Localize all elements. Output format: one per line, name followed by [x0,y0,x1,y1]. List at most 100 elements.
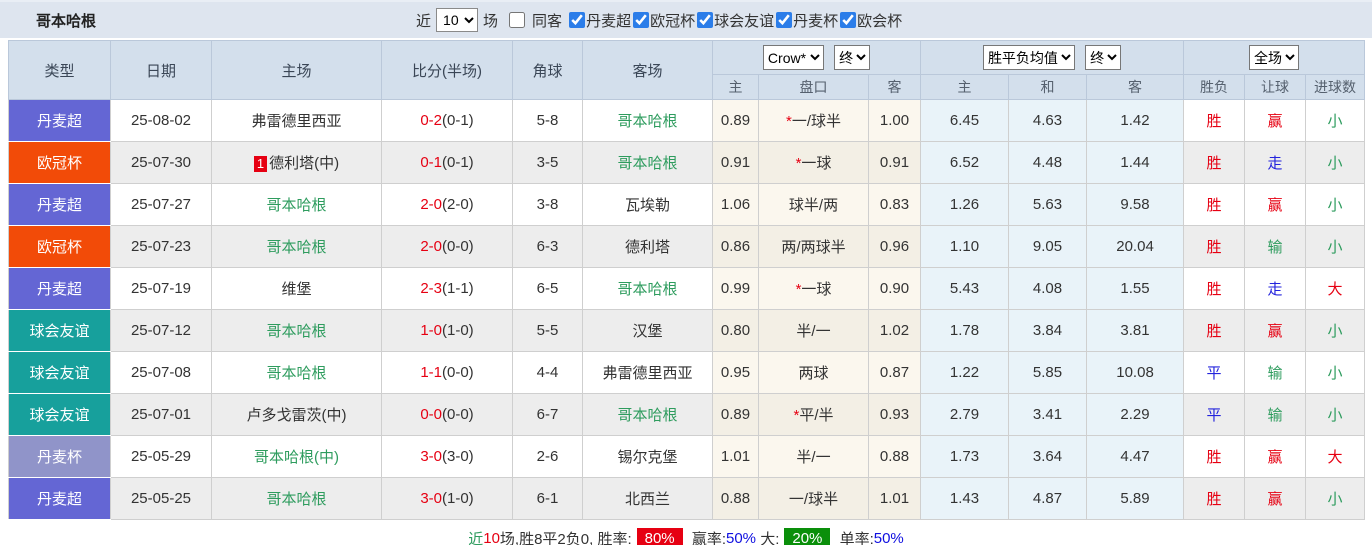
score-cell: 3-0(1-0) [381,477,513,520]
avg-draw-cell: 4.87 [1008,477,1088,520]
avg-home-cell: 2.79 [920,393,1010,436]
date-cell: 25-07-19 [110,267,212,310]
odds-time-select[interactable]: 终 [834,45,871,70]
league-checkbox[interactable] [840,12,857,28]
summary-footer: 近 10 场,胜8平2负0, 胜率: 80% 赢率: 50% 大: 20% 单率: 50% [0,520,1372,545]
league-filter-4[interactable]: 欧会杯 [838,10,902,31]
avg-away-cell: 1.44 [1086,141,1185,184]
summary-segment-3: 80% [636,528,683,545]
full-time-score: 1-0 [420,322,442,339]
match-filters: 近 10 场 同客 丹麦超 欧冠杯 球会友谊 丹麦杯 欧会杯 [416,8,902,32]
home-team-cell: 哥本哈根 [211,477,382,520]
date-cell: 25-05-29 [110,435,212,478]
goals-result-cell: 小 [1305,351,1366,394]
avg-away-cell: 2.29 [1086,393,1185,436]
avg-home-cell: 1.22 [920,351,1010,394]
match-row: 丹麦超 25-05-25 哥本哈根 3-0(1-0) 6-1 北西兰 0.88 一/球半 1.0… [8,477,1366,520]
league-filter-0[interactable]: 丹麦超 [567,10,631,31]
score-cell: 2-0(0-0) [381,225,513,268]
away-team-name: 哥本哈根 [617,113,678,130]
score-cell: 0-1(0-1) [381,141,513,184]
avg-home-cell: 1.43 [920,477,1010,520]
avg-home-cell: 1.10 [920,225,1010,268]
league-type-cell: 丹麦超 [8,477,111,520]
handicap-cell: 半/一 [758,435,869,478]
date-cell: 25-05-25 [110,477,212,520]
corner-cell: 2-6 [512,435,583,478]
league-label: 欧会杯 [857,12,903,30]
date-cell: 25-07-12 [110,309,212,352]
home-team-cell: 哥本哈根 [211,351,382,394]
half-time-score: (0-0) [442,406,474,423]
corner-cell: 6-1 [512,477,583,520]
league-filter-1[interactable]: 欧冠杯 [631,10,695,31]
avg-time-select[interactable]: 终 [1085,45,1122,70]
league-type-cell: 球会友谊 [8,393,111,436]
avg-draw-cell: 3.64 [1008,435,1088,478]
avg-away-cell: 1.42 [1086,99,1185,142]
match-row: 丹麦杯 25-05-29 哥本哈根(中) 3-0(3-0) 2-6 锡尔克堡 1.01 半/一… [8,435,1366,478]
goals-result-cell: 大 [1305,435,1366,478]
goals-result-cell: 小 [1305,141,1366,184]
away-team-name: 哥本哈根 [617,281,678,298]
league-checkbox[interactable] [697,12,714,28]
col-header-away: 客场 [582,40,713,100]
home-team-cell: 1 德利塔(中) [211,141,382,184]
match-row: 丹麦超 25-08-02 弗雷德里西亚 0-2(0-1) 5-8 哥本哈根 0.89 *一/球… [8,99,1366,142]
league-checkbox[interactable] [776,12,793,28]
avg-away-cell: 3.81 [1086,309,1185,352]
league-type-cell: 丹麦杯 [8,435,111,478]
score-cell: 1-1(0-0) [381,351,513,394]
league-filter-3[interactable]: 丹麦杯 [774,10,838,31]
handicap-result-cell: 赢 [1244,183,1307,226]
avg-away-cell: 20.04 [1086,225,1185,268]
home-team-name: 卢多戈雷茨(中) [246,407,347,424]
avg-type-select[interactable]: 胜平负均值 [982,45,1075,70]
sub-header-odds-home: 主 [712,74,759,100]
result-cell: 胜 [1183,225,1246,268]
bookmaker-select[interactable]: Crow* [762,45,824,70]
recent-count-select[interactable]: 10 [436,8,479,32]
period-select[interactable]: 全场 [1249,45,1300,70]
score-cell: 0-2(0-1) [381,99,513,142]
league-checkbox[interactable] [633,12,650,28]
away-odds-cell: 0.90 [867,267,922,310]
half-time-score: (1-0) [442,322,474,339]
handicap-cell: 半/一 [758,309,869,352]
full-time-score: 2-0 [420,238,442,255]
home-team-cell: 哥本哈根(中) [211,435,382,478]
result-cell: 胜 [1183,477,1246,520]
full-time-score: 1-1 [420,364,442,381]
corner-cell: 3-5 [512,141,583,184]
league-filter-group: 丹麦超 欧冠杯 球会友谊 丹麦杯 欧会杯 [567,10,902,31]
league-type-cell: 球会友谊 [8,309,111,352]
summary-segment-0: 近 [468,531,484,545]
summary-segment-7: 20% [784,528,831,545]
match-row: 球会友谊 25-07-12 哥本哈根 1-0(1-0) 5-5 汉堡 0.80 半/一 1.02… [8,309,1366,352]
home-team-cell: 哥本哈根 [211,309,382,352]
away-team-name: 弗雷德里西亚 [602,365,693,382]
home-odds-cell: 0.89 [712,393,759,436]
summary-segment-6: 大: [756,531,780,545]
sub-header-goals: 进球数 [1305,74,1366,100]
match-row: 丹麦超 25-07-19 维堡 2-3(1-1) 6-5 哥本哈根 0.99 *一球 0.90 5… [8,267,1366,310]
half-time-score: (1-0) [442,490,474,507]
result-cell: 胜 [1183,141,1246,184]
sub-header-odds-away: 客 [867,74,922,100]
home-team-name: 哥本哈根 [266,197,327,214]
score-cell: 0-0(0-0) [381,393,513,436]
avg-draw-cell: 9.05 [1008,225,1088,268]
avg-draw-cell: 4.48 [1008,141,1088,184]
date-cell: 25-07-08 [110,351,212,394]
same-venue-checkbox[interactable] [509,12,526,28]
score-cell: 3-0(3-0) [381,435,513,478]
avg-away-cell: 9.58 [1086,183,1185,226]
league-checkbox[interactable] [569,12,586,28]
league-filter-2[interactable]: 球会友谊 [695,10,774,31]
sub-header-handicap: 盘口 [758,74,869,100]
corner-cell: 6-5 [512,267,583,310]
handicap-result-cell: 赢 [1244,99,1307,142]
league-label: 丹麦超 [586,12,632,30]
away-team-name: 德利塔 [624,239,670,256]
handicap-result-cell: 赢 [1244,435,1307,478]
